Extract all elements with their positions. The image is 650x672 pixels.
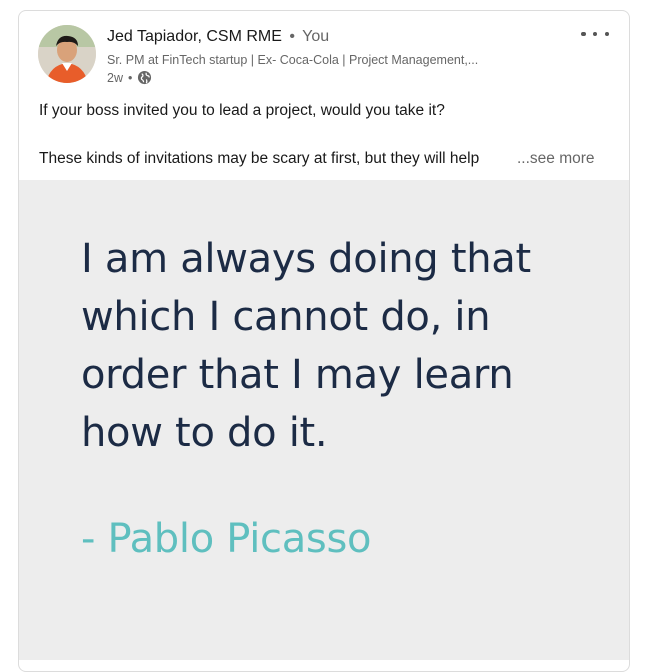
- more-dot: [604, 31, 609, 37]
- see-more-link[interactable]: ...see more: [517, 150, 595, 168]
- post-meta: 2w •: [107, 70, 152, 85]
- globe-icon: [137, 70, 152, 85]
- quote-text: I am always doing that which I cannot do…: [81, 236, 531, 456]
- author-headline: Sr. PM at FinTech startup | Ex- Coca-Col…: [107, 53, 479, 67]
- quote-author: - Pablo Picasso: [81, 516, 372, 562]
- quote-image[interactable]: I am always doing that which I cannot do…: [19, 180, 629, 660]
- more-options-button[interactable]: [581, 25, 609, 43]
- post-time: 2w: [107, 70, 123, 85]
- avatar[interactable]: [38, 25, 96, 83]
- post-text-line-2: These kinds of invitations may be scary …: [39, 150, 480, 167]
- meta-dot: •: [127, 70, 133, 85]
- more-dot: [592, 31, 598, 37]
- author-name[interactable]: Jed Tapiador, CSM RME: [107, 28, 282, 45]
- name-separator: •: [289, 28, 295, 45]
- post-header: Jed Tapiador, CSM RME • You Sr. PM at Fi…: [19, 11, 629, 91]
- post-card: Jed Tapiador, CSM RME • You Sr. PM at Fi…: [18, 10, 630, 672]
- avatar-image: [38, 25, 96, 83]
- post-text-line-1: If your boss invited you to lead a proje…: [39, 102, 445, 119]
- relation-label: You: [302, 28, 330, 45]
- author-name-line[interactable]: Jed Tapiador, CSM RME • You: [107, 28, 329, 46]
- more-dot: [581, 31, 586, 37]
